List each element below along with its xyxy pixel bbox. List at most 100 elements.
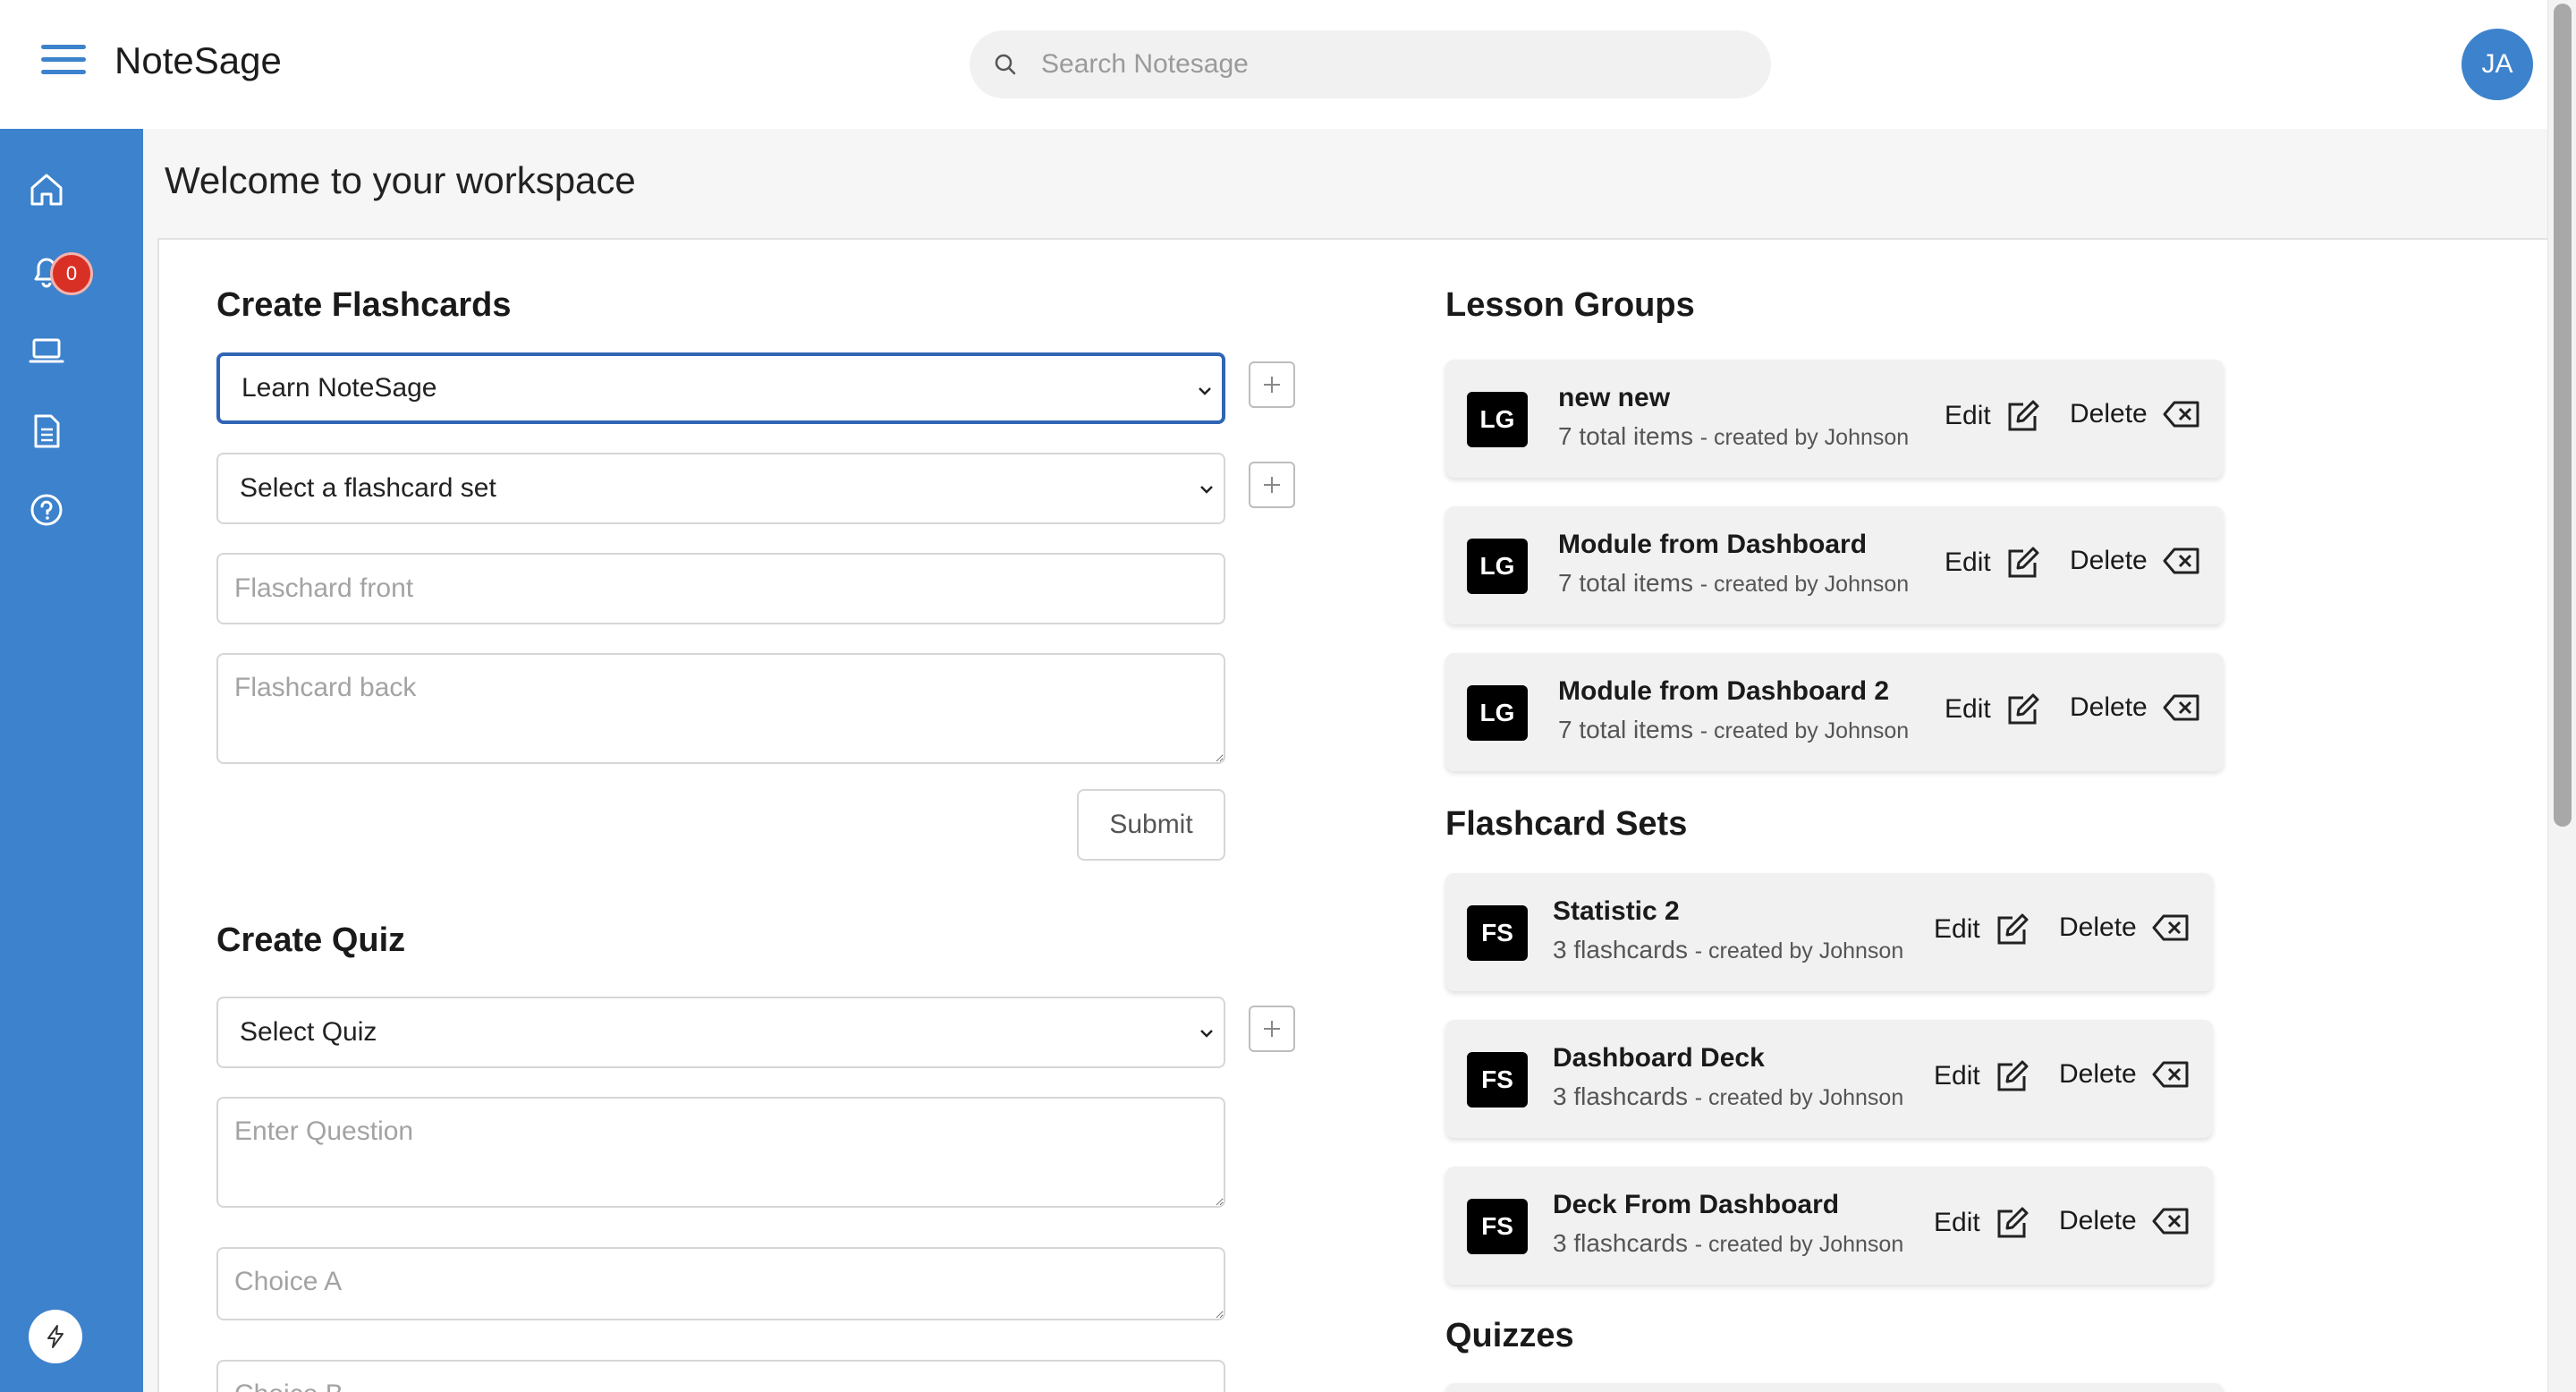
lesson-group-name: new new bbox=[1558, 383, 1671, 412]
delete-label: Delete bbox=[2059, 1206, 2137, 1235]
delete-label: Delete bbox=[2070, 546, 2148, 575]
flashcard-front-input[interactable] bbox=[216, 553, 1225, 624]
lesson-group-select-value: Learn NoteSage bbox=[242, 373, 437, 403]
edit-button[interactable]: Edit bbox=[1945, 692, 2041, 726]
lesson-group-name: Module from Dashboard bbox=[1558, 530, 1868, 559]
quiz-select-value: Select Quiz bbox=[240, 1017, 377, 1047]
flashcard-back-textarea[interactable] bbox=[216, 653, 1225, 764]
delete-button[interactable]: Delete bbox=[2070, 546, 2201, 576]
search-bar[interactable] bbox=[970, 30, 1771, 98]
lesson-groups-title: Lesson Groups bbox=[1445, 286, 1695, 324]
flashcard-set-tag: FS bbox=[1467, 1199, 1528, 1254]
app-title: NoteSage bbox=[114, 39, 282, 81]
lesson-group-card[interactable]: LG Module from Dashboard 7 total items -… bbox=[1445, 506, 2224, 624]
scrollbar-thumb[interactable] bbox=[2554, 4, 2572, 827]
lesson-group-count: 7 total items bbox=[1558, 716, 1693, 743]
plus-icon bbox=[1264, 377, 1280, 393]
quiz-card[interactable] bbox=[1445, 1383, 2224, 1392]
flashcard-set-creator: - created by Johnson bbox=[1694, 1232, 1904, 1257]
delete-button[interactable]: Delete bbox=[2059, 1059, 2190, 1090]
create-quiz-title: Create Quiz bbox=[216, 921, 406, 959]
lesson-group-tag: LG bbox=[1467, 685, 1528, 741]
search-icon bbox=[995, 54, 1016, 75]
flashcard-set-count: 3 flashcards bbox=[1553, 1082, 1688, 1110]
user-avatar[interactable]: JA bbox=[2462, 29, 2533, 100]
backspace-icon bbox=[2163, 694, 2199, 721]
quiz-question-textarea[interactable] bbox=[216, 1097, 1225, 1208]
edit-button[interactable]: Edit bbox=[1945, 546, 2041, 580]
edit-label: Edit bbox=[1945, 547, 1991, 577]
edit-icon bbox=[2008, 547, 2039, 578]
flashcard-set-creator: - created by Johnson bbox=[1694, 938, 1904, 963]
help-circle-icon[interactable] bbox=[27, 490, 66, 530]
edit-button[interactable]: Edit bbox=[1934, 912, 2030, 946]
lesson-group-tag: LG bbox=[1467, 392, 1528, 447]
lightning-icon[interactable] bbox=[29, 1310, 82, 1363]
add-flashcard-set-button[interactable] bbox=[1249, 462, 1295, 508]
quizzes-title: Quizzes bbox=[1445, 1317, 1574, 1354]
lesson-group-creator: - created by Johnson bbox=[1699, 425, 1910, 450]
flashcard-set-tag: FS bbox=[1467, 1052, 1528, 1108]
delete-button[interactable]: Delete bbox=[2070, 399, 2201, 429]
edit-button[interactable]: Edit bbox=[1934, 1206, 2030, 1240]
edit-label: Edit bbox=[1945, 401, 1991, 430]
chevron-down-icon bbox=[1200, 486, 1213, 494]
home-icon[interactable] bbox=[27, 170, 66, 209]
choice-a-textarea[interactable] bbox=[216, 1247, 1225, 1320]
quiz-select[interactable]: Select Quiz bbox=[216, 997, 1225, 1068]
notification-badge: 0 bbox=[50, 252, 93, 295]
plus-icon bbox=[1264, 477, 1280, 493]
choice-b-textarea[interactable] bbox=[216, 1360, 1225, 1392]
add-lesson-group-button[interactable] bbox=[1249, 361, 1295, 408]
lesson-group-card[interactable]: LG Module from Dashboard 2 7 total items… bbox=[1445, 653, 2224, 771]
hamburger-menu-icon[interactable] bbox=[41, 45, 86, 81]
edit-label: Edit bbox=[1934, 1208, 1980, 1237]
delete-label: Delete bbox=[2059, 912, 2137, 942]
backspace-icon bbox=[2152, 914, 2189, 941]
backspace-icon bbox=[2163, 401, 2199, 428]
edit-label: Edit bbox=[1945, 694, 1991, 724]
delete-label: Delete bbox=[2070, 692, 2148, 722]
delete-button[interactable]: Delete bbox=[2059, 912, 2190, 943]
flashcard-set-count: 3 flashcards bbox=[1553, 1229, 1688, 1257]
lesson-group-select[interactable]: Learn NoteSage bbox=[216, 352, 1225, 424]
edit-button[interactable]: Edit bbox=[1945, 399, 2041, 433]
edit-label: Edit bbox=[1934, 914, 1980, 944]
edit-button[interactable]: Edit bbox=[1934, 1059, 2030, 1093]
page-scrollbar[interactable] bbox=[2547, 0, 2576, 1392]
laptop-icon[interactable] bbox=[27, 331, 66, 370]
lesson-group-creator: - created by Johnson bbox=[1699, 718, 1910, 743]
flashcard-set-card[interactable]: FS Deck From Dashboard 3 flashcards - cr… bbox=[1445, 1167, 2213, 1285]
plus-icon bbox=[1264, 1021, 1280, 1037]
lesson-group-creator: - created by Johnson bbox=[1699, 572, 1910, 597]
search-input[interactable] bbox=[1041, 30, 1739, 98]
lesson-group-count: 7 total items bbox=[1558, 422, 1693, 450]
backspace-icon bbox=[2152, 1208, 2189, 1235]
flashcard-set-card[interactable]: FS Statistic 2 3 flashcards - created by… bbox=[1445, 873, 2213, 991]
delete-button[interactable]: Delete bbox=[2059, 1206, 2190, 1236]
edit-label: Edit bbox=[1934, 1061, 1980, 1091]
lesson-group-tag: LG bbox=[1467, 539, 1528, 594]
lesson-group-count: 7 total items bbox=[1558, 569, 1693, 597]
delete-label: Delete bbox=[2070, 399, 2148, 429]
edit-icon bbox=[2008, 400, 2039, 431]
flashcard-set-creator: - created by Johnson bbox=[1694, 1085, 1904, 1110]
submit-flashcard-button[interactable]: Submit bbox=[1077, 789, 1225, 861]
sidebar: 0 bbox=[0, 129, 143, 1392]
add-quiz-button[interactable] bbox=[1249, 1006, 1295, 1052]
create-flashcards-title: Create Flashcards bbox=[216, 286, 512, 324]
flashcard-set-card[interactable]: FS Dashboard Deck 3 flashcards - created… bbox=[1445, 1020, 2213, 1138]
flashcard-set-select-value: Select a flashcard set bbox=[240, 473, 496, 503]
flashcard-set-name: Dashboard Deck bbox=[1553, 1043, 1765, 1073]
document-icon[interactable] bbox=[27, 412, 66, 451]
chevron-down-icon bbox=[1199, 387, 1211, 395]
top-header: NoteSage JA bbox=[0, 0, 2547, 129]
lesson-group-card[interactable]: LG new new 7 total items - created by Jo… bbox=[1445, 360, 2224, 478]
backspace-icon bbox=[2152, 1061, 2189, 1088]
delete-button[interactable]: Delete bbox=[2070, 692, 2201, 723]
flashcard-set-count: 3 flashcards bbox=[1553, 936, 1688, 963]
page-title: Welcome to your workspace bbox=[165, 159, 636, 201]
delete-label: Delete bbox=[2059, 1059, 2137, 1089]
flashcard-set-select[interactable]: Select a flashcard set bbox=[216, 453, 1225, 524]
chevron-down-icon bbox=[1200, 1030, 1213, 1038]
